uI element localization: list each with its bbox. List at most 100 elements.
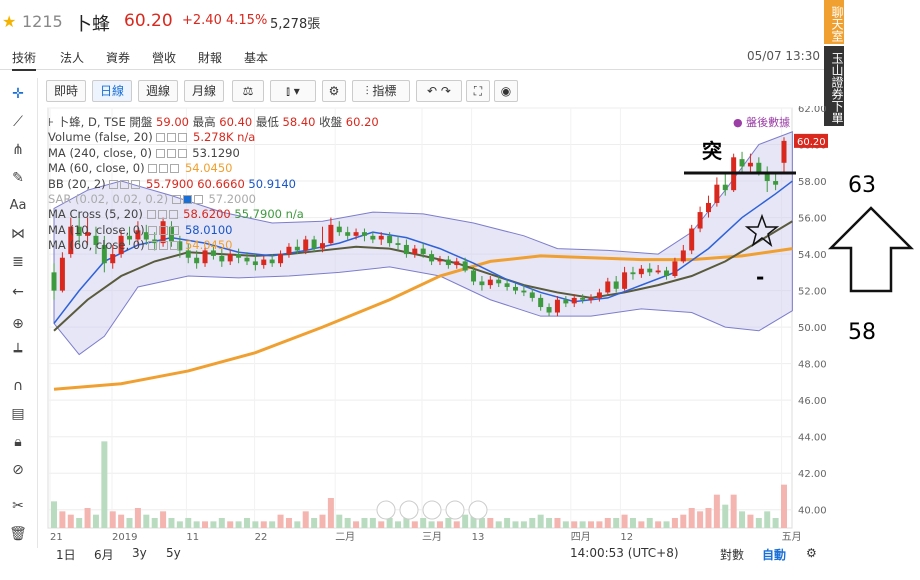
scale-settings-icon[interactable]: ⚙ bbox=[806, 546, 817, 560]
fullscreen-icon[interactable]: ⛶ bbox=[466, 80, 490, 102]
candle-body bbox=[638, 268, 644, 275]
volume-bar bbox=[327, 498, 334, 528]
candle-body bbox=[622, 272, 628, 289]
candle-body bbox=[664, 270, 670, 276]
hide-box-icon[interactable] bbox=[159, 225, 169, 235]
tab-technical[interactable]: 技術 bbox=[12, 49, 37, 71]
lock-drawing-icon[interactable]: ▤ bbox=[8, 404, 28, 424]
settings-gear-icon[interactable]: ⚙ bbox=[322, 80, 346, 102]
compare-icon[interactable]: ⚖ bbox=[232, 80, 264, 102]
hide-box-icon[interactable] bbox=[159, 241, 169, 251]
y-tick-label: 42.00 bbox=[798, 469, 827, 480]
settings-box-icon[interactable] bbox=[148, 225, 158, 235]
close-box-icon[interactable] bbox=[178, 133, 188, 143]
lock-icon[interactable]: 🔒︎ bbox=[8, 432, 28, 452]
undo-redo-icon[interactable]: ↶ ↷ bbox=[416, 80, 462, 102]
hide-box-icon[interactable] bbox=[159, 164, 169, 174]
volume-bar bbox=[453, 521, 460, 528]
auto-scale-toggle[interactable]: 自動 bbox=[762, 546, 786, 563]
arrow-left-icon[interactable]: ← bbox=[8, 282, 28, 302]
after-hours-label[interactable]: ● 盤後數據 bbox=[733, 115, 790, 129]
candle-body bbox=[236, 254, 242, 258]
tab-revenue[interactable]: 營收 bbox=[152, 49, 176, 66]
volume-bar bbox=[713, 494, 720, 528]
eye-hidden-icon[interactable]: ⊘ bbox=[8, 460, 28, 480]
close-box-icon[interactable] bbox=[170, 241, 180, 251]
tab-margin[interactable]: 資券 bbox=[106, 49, 130, 66]
legend-value: 57.2000 bbox=[208, 192, 256, 207]
indicators-button[interactable]: ⫶ 指標 bbox=[352, 80, 410, 102]
x-tick-label: 2019 bbox=[112, 532, 137, 542]
tab-financials[interactable]: 財報 bbox=[198, 49, 222, 66]
chart-nav-button[interactable] bbox=[468, 500, 488, 520]
intraday-button[interactable]: 即時 bbox=[46, 80, 86, 102]
collapse-icon[interactable]: ⊦ bbox=[48, 115, 58, 129]
trash-icon[interactable]: 🗑︎ bbox=[8, 524, 28, 544]
text-tool-icon[interactable]: Aa bbox=[8, 196, 28, 216]
hide-box-icon[interactable] bbox=[167, 133, 177, 143]
close-box-icon[interactable] bbox=[168, 210, 178, 220]
weekly-button[interactable]: 週線 bbox=[138, 80, 178, 102]
visibility-eye-icon[interactable] bbox=[182, 195, 192, 205]
tab-institutional[interactable]: 法人 bbox=[60, 49, 84, 66]
trendline-icon[interactable]: ⟋ bbox=[8, 112, 28, 132]
crosshair-icon[interactable]: ✛ bbox=[8, 84, 28, 104]
camera-icon[interactable]: ◉ bbox=[494, 80, 518, 102]
chart-nav-button[interactable] bbox=[399, 500, 419, 520]
hide-box-icon[interactable] bbox=[120, 179, 130, 189]
target-high-label: 63 bbox=[848, 173, 876, 198]
log-scale-toggle[interactable]: 對數 bbox=[720, 546, 744, 563]
pattern-icon[interactable]: ⋈ bbox=[8, 224, 28, 244]
close-box-icon[interactable] bbox=[193, 195, 203, 205]
close-box-icon[interactable] bbox=[170, 164, 180, 174]
settings-box-icon[interactable] bbox=[148, 164, 158, 174]
brush-icon[interactable]: ✎ bbox=[8, 168, 28, 188]
legend-label: MA (60, close, 0) bbox=[48, 161, 145, 176]
close-box-icon[interactable] bbox=[177, 148, 187, 158]
star-icon[interactable]: ★ bbox=[2, 12, 16, 31]
settings-box-icon[interactable] bbox=[148, 241, 158, 251]
settings-box-icon[interactable] bbox=[109, 179, 119, 189]
tab-basics[interactable]: 基本 bbox=[244, 49, 268, 66]
hide-box-icon[interactable] bbox=[166, 148, 176, 158]
x-tick-label: 五月 bbox=[782, 531, 802, 542]
pitchfork-icon[interactable]: ⋔ bbox=[8, 140, 28, 160]
magnet-icon[interactable]: ∩ bbox=[8, 376, 28, 396]
settings-box-icon[interactable] bbox=[156, 133, 166, 143]
close-box-icon[interactable] bbox=[131, 179, 141, 189]
volume-bar bbox=[755, 518, 762, 528]
volume-bar bbox=[462, 514, 469, 528]
range-1d[interactable]: 1日 bbox=[56, 546, 76, 563]
close-box-icon[interactable] bbox=[170, 225, 180, 235]
ohlc-open: 59.00 bbox=[156, 115, 189, 129]
volume-bar bbox=[436, 521, 443, 528]
settings-box-icon[interactable] bbox=[155, 148, 165, 158]
chatroom-button[interactable]: 聊天室 bbox=[824, 0, 844, 44]
ruler-icon[interactable]: ┷ bbox=[8, 342, 28, 362]
chart-nav-button[interactable] bbox=[445, 500, 465, 520]
settings-box-icon[interactable] bbox=[146, 210, 156, 220]
hide-box-icon[interactable] bbox=[157, 210, 167, 220]
volume-bar bbox=[269, 521, 276, 528]
zoom-icon[interactable]: ⊕ bbox=[8, 314, 28, 334]
remove-tools-icon[interactable]: ✂ bbox=[8, 496, 28, 516]
settings-box-icon[interactable] bbox=[171, 195, 181, 205]
chart-nav-button[interactable] bbox=[376, 500, 396, 520]
daily-button[interactable]: 日線 bbox=[92, 80, 132, 102]
range-6m[interactable]: 6月 bbox=[94, 546, 114, 563]
range-5y[interactable]: 5y bbox=[166, 546, 181, 560]
monthly-button[interactable]: 月線 bbox=[184, 80, 224, 102]
candle-type-icon[interactable]: ⫾ ▾ bbox=[270, 80, 316, 102]
range-3y[interactable]: 3y bbox=[132, 546, 147, 560]
chart-nav-button[interactable] bbox=[422, 500, 442, 520]
legend-label: SAR (0.02, 0.02, 0.2) bbox=[48, 192, 169, 207]
x-tick-label: 22 bbox=[255, 532, 268, 542]
volume-bar bbox=[604, 518, 611, 528]
ohlc-low: 58.40 bbox=[282, 115, 316, 129]
legend-value: 58.0100 bbox=[184, 222, 233, 237]
candle-body bbox=[655, 270, 661, 273]
volume-bar bbox=[655, 521, 662, 528]
fibonacci-icon[interactable]: ≣ bbox=[8, 252, 28, 272]
nav-tabs: 技術 法人 資券 營收 財報 基本 05/07 13:30 bbox=[0, 44, 830, 71]
legend-value: 53.1290 bbox=[192, 145, 240, 160]
